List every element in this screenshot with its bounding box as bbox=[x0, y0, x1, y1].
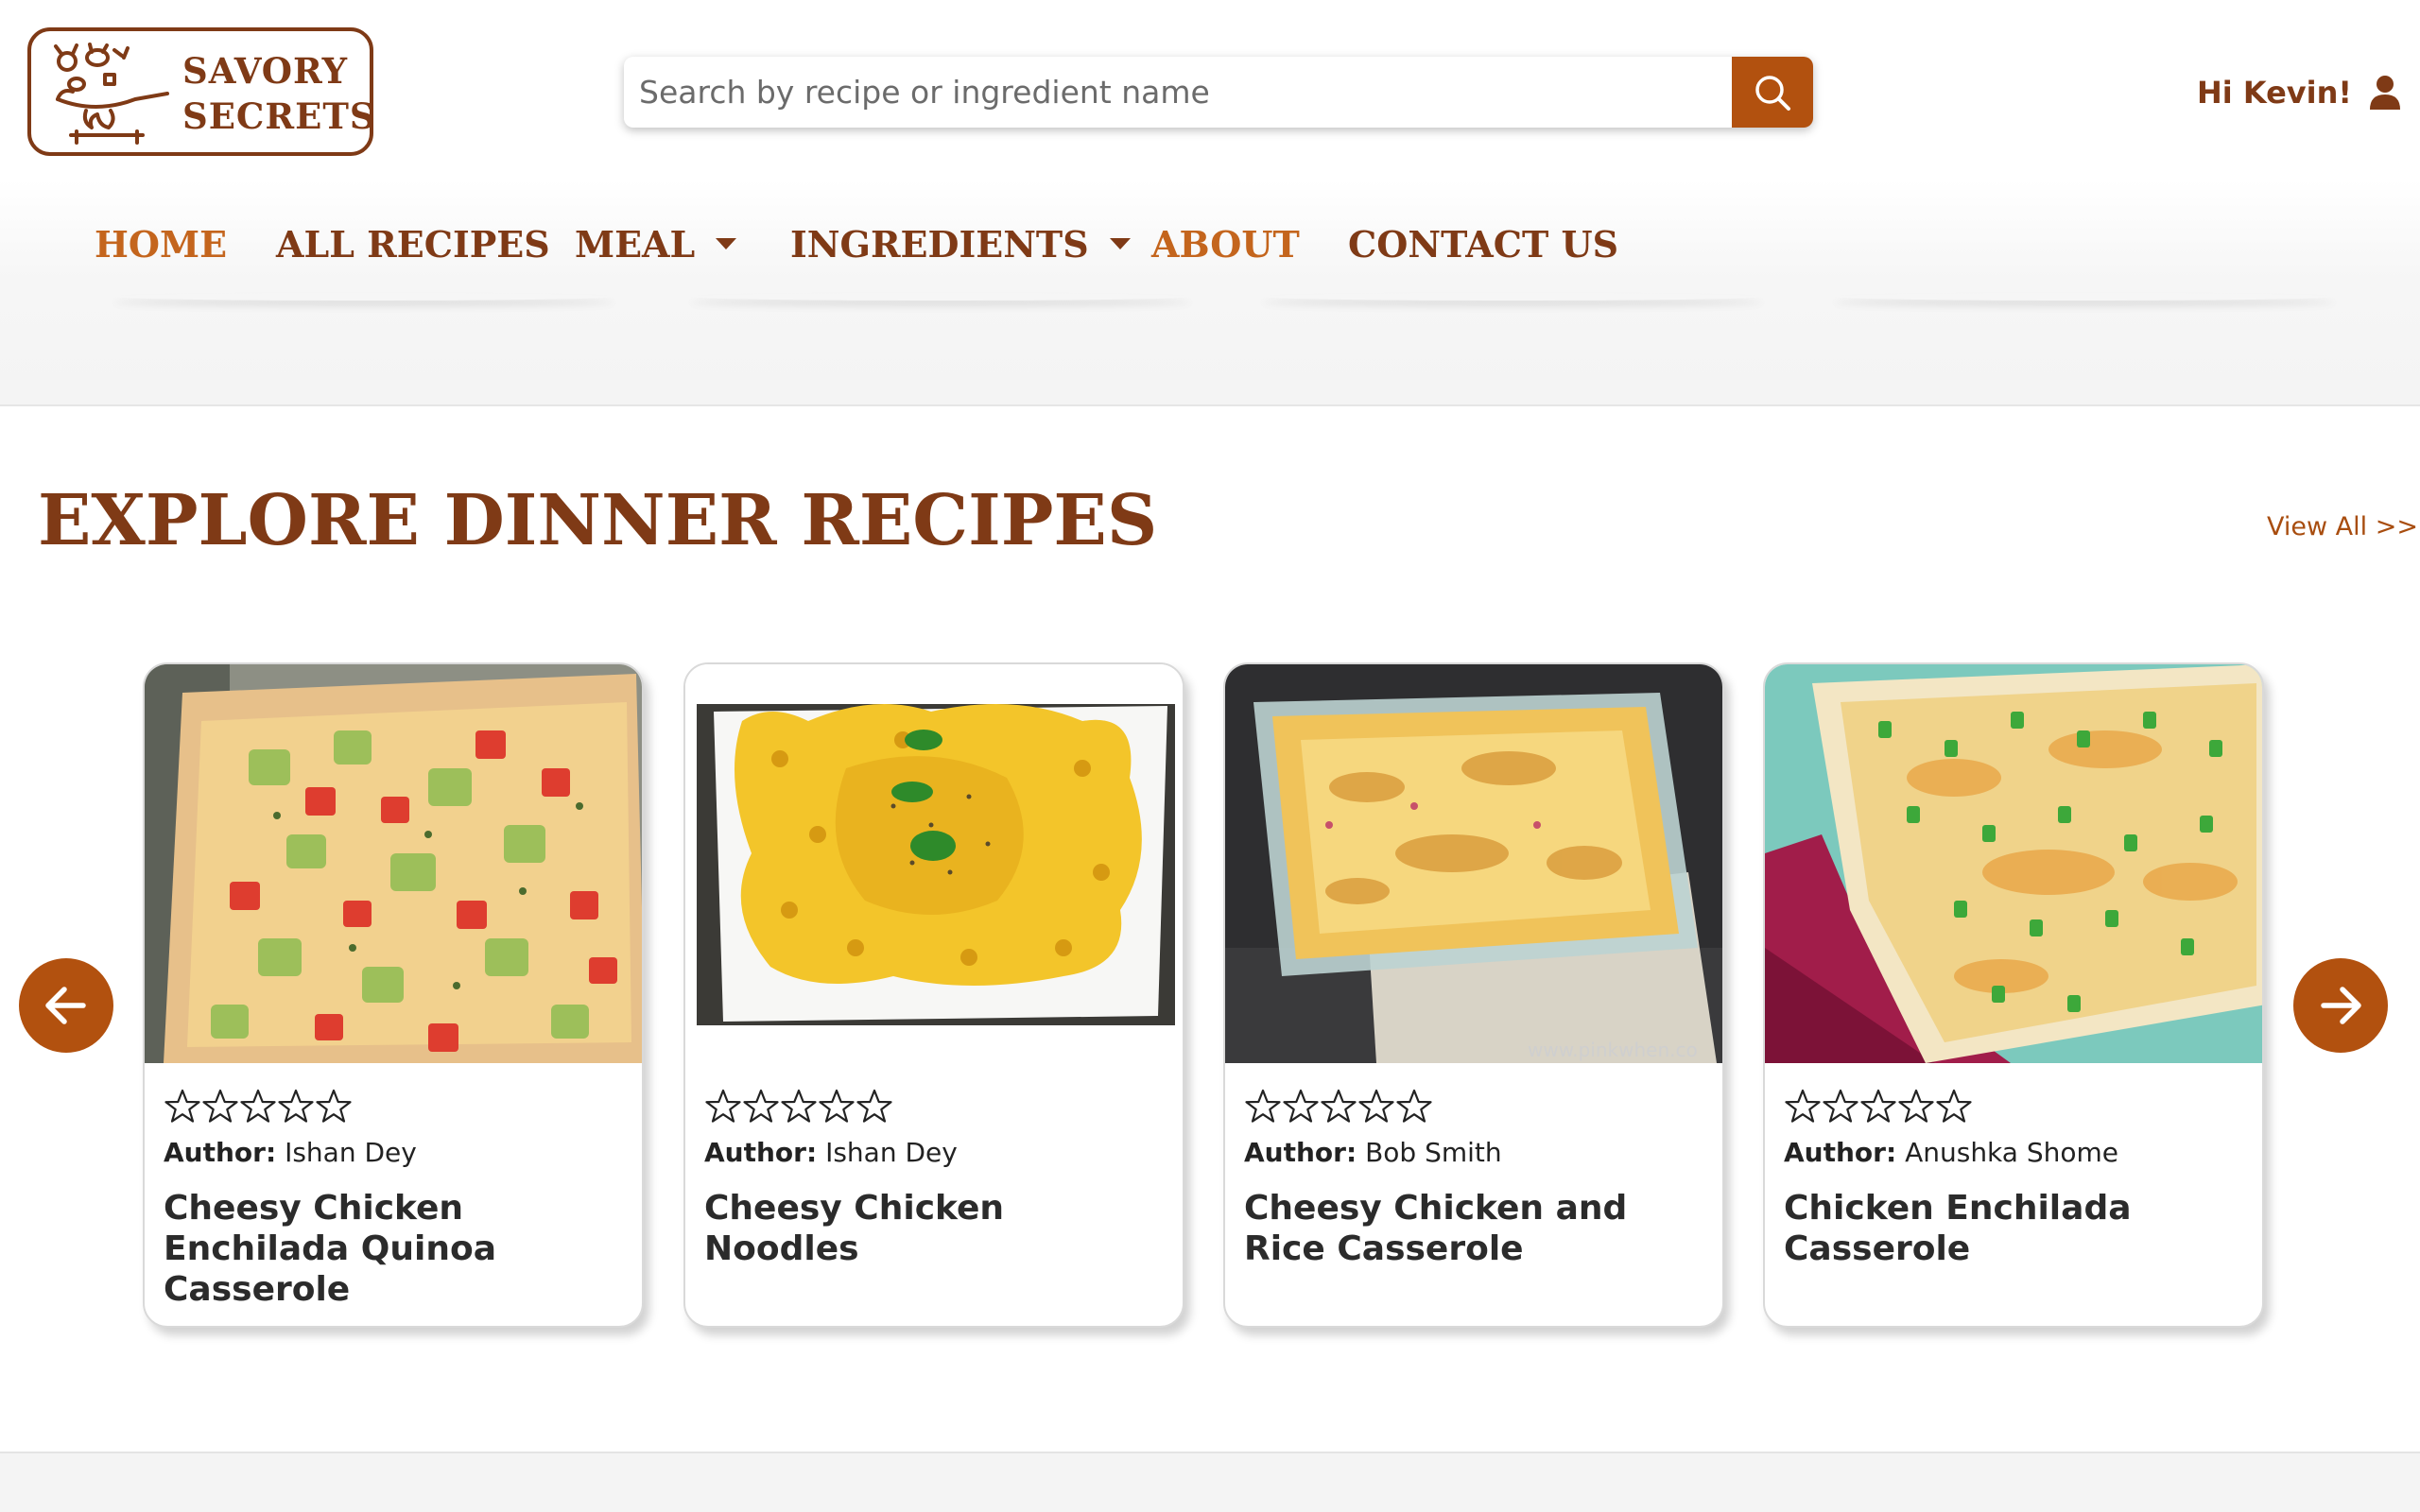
star-outline-icon[interactable] bbox=[704, 1088, 742, 1125]
nav-divider bbox=[690, 293, 1191, 301]
nav-divider bbox=[113, 293, 614, 301]
star-outline-icon[interactable] bbox=[818, 1088, 856, 1125]
recipe-image bbox=[1765, 664, 2262, 1063]
recipe-title[interactable]: Chicken Enchilada Casserole bbox=[1784, 1188, 2247, 1269]
star-outline-icon[interactable] bbox=[1282, 1088, 1320, 1125]
star-outline-icon[interactable] bbox=[1320, 1088, 1357, 1125]
star-outline-icon[interactable] bbox=[1935, 1088, 1973, 1125]
author-label: Author: bbox=[1244, 1137, 1357, 1168]
recipe-title[interactable]: Cheesy Chicken and Rice Casserole bbox=[1244, 1188, 1707, 1269]
rating-stars[interactable] bbox=[1784, 1088, 1973, 1125]
greeting-text: Hi Kevin! bbox=[2196, 75, 2352, 111]
recipe-card[interactable]: www.pinkwhen.co Author: Bob Smith Cheesy… bbox=[1223, 662, 1724, 1328]
star-outline-icon[interactable] bbox=[1784, 1088, 1822, 1125]
recipe-card[interactable]: Author: Ishan Dey Cheesy Chicken Enchila… bbox=[143, 662, 644, 1328]
search-input[interactable] bbox=[624, 57, 1732, 128]
recipe-author: Author: Anushka Shome bbox=[1784, 1137, 2118, 1168]
nav-divider bbox=[1834, 293, 2335, 301]
author-label: Author: bbox=[164, 1137, 277, 1168]
nav-all-recipes[interactable]: ALL RECIPES bbox=[276, 215, 550, 272]
nav-about[interactable]: ABOUT bbox=[1151, 215, 1300, 272]
user-greeting[interactable]: Hi Kevin! bbox=[2197, 68, 2401, 117]
chevron-down-icon bbox=[1109, 238, 1131, 249]
recipe-title[interactable]: Cheesy Chicken Noodles bbox=[704, 1188, 1167, 1269]
star-outline-icon[interactable] bbox=[201, 1088, 239, 1125]
nav-ingredients-label: INGREDIENTS bbox=[790, 222, 1089, 266]
user-icon bbox=[2370, 76, 2400, 110]
main-nav: HOME ALL RECIPES MEAL INGREDIENTS ABOUT … bbox=[0, 180, 2420, 406]
star-outline-icon[interactable] bbox=[856, 1088, 893, 1125]
nav-contact-us[interactable]: CONTACT US bbox=[1348, 215, 1618, 272]
nav-meal[interactable]: MEAL bbox=[575, 215, 737, 272]
star-outline-icon[interactable] bbox=[1897, 1088, 1935, 1125]
nav-meal-label: MEAL bbox=[575, 222, 696, 266]
recipe-author: Author: Ishan Dey bbox=[704, 1137, 958, 1168]
author-label: Author: bbox=[704, 1137, 818, 1168]
author-label: Author: bbox=[1784, 1137, 1897, 1168]
recipe-author: Author: Bob Smith bbox=[1244, 1137, 1502, 1168]
star-outline-icon[interactable] bbox=[239, 1088, 277, 1125]
rating-stars[interactable] bbox=[1244, 1088, 1433, 1125]
author-name: Bob Smith bbox=[1365, 1137, 1502, 1168]
star-outline-icon[interactable] bbox=[780, 1088, 818, 1125]
search-button[interactable] bbox=[1732, 57, 1813, 128]
recipe-image bbox=[685, 664, 1183, 1063]
nav-ingredients[interactable]: INGREDIENTS bbox=[790, 215, 1131, 272]
arrow-left-icon bbox=[45, 987, 86, 1024]
rating-stars[interactable] bbox=[164, 1088, 353, 1125]
nav-all-recipes-label: ALL RECIPES bbox=[276, 222, 550, 266]
nav-home-label: HOME bbox=[95, 222, 228, 266]
chevron-down-icon bbox=[716, 238, 737, 249]
logo-text-line1: SAVORY bbox=[182, 50, 349, 92]
author-name: Anushka Shome bbox=[1905, 1137, 2118, 1168]
nav-contact-us-label: CONTACT US bbox=[1348, 222, 1619, 266]
recipe-author: Author: Ishan Dey bbox=[164, 1137, 417, 1168]
image-watermark: www.pinkwhen.co bbox=[1528, 1039, 1698, 1061]
carousel-prev-button[interactable] bbox=[19, 958, 113, 1053]
recipe-image: www.pinkwhen.co bbox=[1225, 664, 1722, 1063]
recipe-title[interactable]: Cheesy Chicken Enchilada Quinoa Casserol… bbox=[164, 1188, 627, 1310]
search-icon bbox=[1755, 75, 1790, 111]
site-logo[interactable]: SAVORY SECRETS bbox=[27, 27, 376, 156]
recipe-image bbox=[145, 664, 642, 1063]
view-all-link[interactable]: View All >> bbox=[2267, 512, 2418, 541]
section-title: EXPLORE DINNER RECIPES bbox=[38, 480, 1158, 561]
nav-divider bbox=[1262, 293, 1763, 301]
star-outline-icon[interactable] bbox=[1244, 1088, 1282, 1125]
nav-about-label: ABOUT bbox=[1151, 222, 1300, 266]
star-outline-icon[interactable] bbox=[742, 1088, 780, 1125]
recipe-card[interactable]: Author: Ishan Dey Cheesy Chicken Noodles bbox=[683, 662, 1184, 1328]
star-outline-icon[interactable] bbox=[315, 1088, 353, 1125]
footer bbox=[0, 1452, 2420, 1512]
author-name: Ishan Dey bbox=[285, 1137, 417, 1168]
search-bar bbox=[624, 57, 1813, 128]
star-outline-icon[interactable] bbox=[1859, 1088, 1897, 1125]
nav-home[interactable]: HOME bbox=[95, 215, 227, 272]
star-outline-icon[interactable] bbox=[1395, 1088, 1433, 1125]
chef-cooking-icon bbox=[54, 43, 169, 145]
arrow-right-icon bbox=[2321, 987, 2361, 1024]
author-name: Ishan Dey bbox=[825, 1137, 958, 1168]
logo-text-line2: SECRETS bbox=[182, 95, 376, 137]
recipe-card[interactable]: Author: Anushka Shome Chicken Enchilada … bbox=[1763, 662, 2264, 1328]
star-outline-icon[interactable] bbox=[1357, 1088, 1395, 1125]
carousel-next-button[interactable] bbox=[2293, 958, 2388, 1053]
star-outline-icon[interactable] bbox=[164, 1088, 201, 1125]
rating-stars[interactable] bbox=[704, 1088, 893, 1125]
star-outline-icon[interactable] bbox=[1822, 1088, 1859, 1125]
star-outline-icon[interactable] bbox=[277, 1088, 315, 1125]
